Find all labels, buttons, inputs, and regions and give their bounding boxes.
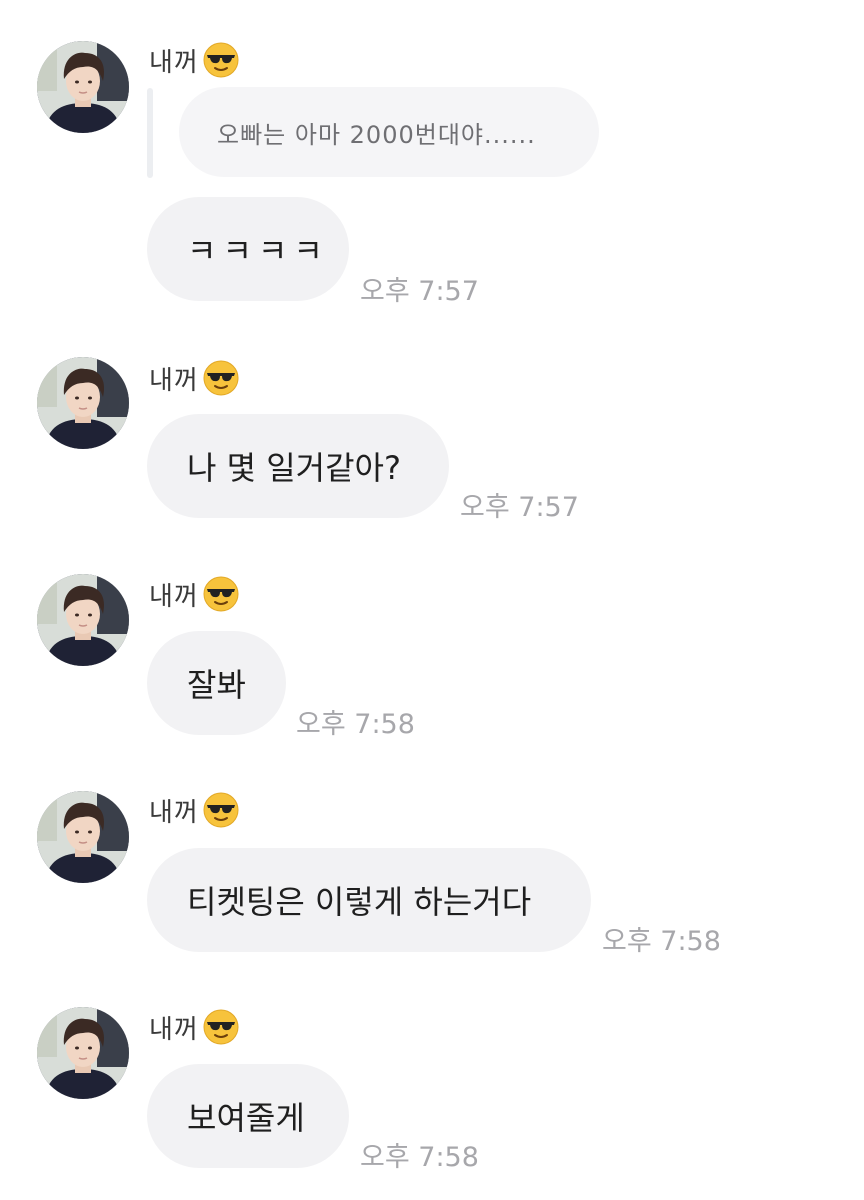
sender-name-row: 내꺼	[149, 1007, 239, 1047]
sender-name-row: 내꺼	[149, 574, 239, 614]
message-bubble[interactable]: ㅋㅋㅋㅋ	[147, 197, 349, 301]
message-timestamp: 오후 7:58	[602, 926, 721, 957]
avatar[interactable]	[37, 1007, 129, 1099]
message-timestamp: 오후 7:57	[360, 276, 479, 307]
message-bubble[interactable]: 나 몇 일거같아?	[147, 414, 449, 518]
sender-name: 내꺼	[149, 1014, 199, 1045]
sender-name-row: 내꺼	[149, 790, 239, 830]
sender-name: 내꺼	[149, 365, 199, 396]
sender-name: 내꺼	[149, 47, 199, 78]
avatar[interactable]	[37, 791, 129, 883]
reply-quote-bar	[147, 88, 153, 178]
message-bubble[interactable]: 보여줄게	[147, 1064, 349, 1168]
sender-name-row: 내꺼	[149, 358, 239, 398]
sunglasses-face-icon	[203, 1009, 239, 1045]
avatar[interactable]	[37, 357, 129, 449]
sunglasses-face-icon	[203, 576, 239, 612]
message-bubble[interactable]: 잘봐	[147, 631, 286, 735]
message-timestamp: 오후 7:58	[296, 709, 415, 740]
sunglasses-face-icon	[203, 42, 239, 78]
avatar[interactable]	[37, 574, 129, 666]
message-timestamp: 오후 7:58	[360, 1142, 479, 1173]
sunglasses-face-icon	[203, 792, 239, 828]
sender-name-row: 내꺼	[149, 40, 239, 80]
message-timestamp: 오후 7:57	[460, 492, 579, 523]
sender-name: 내꺼	[149, 581, 199, 612]
sender-name: 내꺼	[149, 797, 199, 828]
avatar[interactable]	[37, 41, 129, 133]
reply-quote-bubble[interactable]: 오빠는 아마 2000번대야......	[179, 87, 599, 177]
sunglasses-face-icon	[203, 360, 239, 396]
message-bubble[interactable]: 티켓팅은 이렇게 하는거다	[147, 848, 591, 952]
